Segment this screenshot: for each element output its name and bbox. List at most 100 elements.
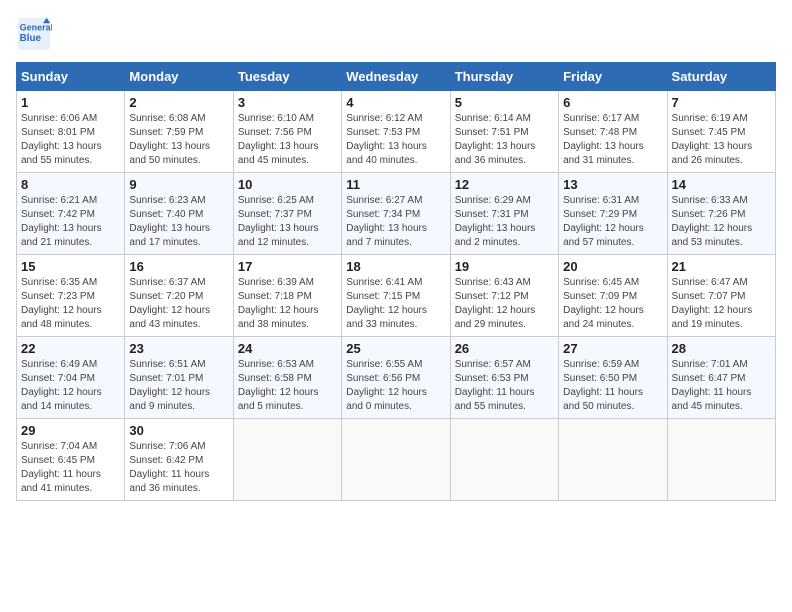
day-number: 27 — [563, 341, 662, 356]
day-of-week-header: Tuesday — [233, 63, 341, 91]
calendar-week-row: 8Sunrise: 6:21 AM Sunset: 7:42 PM Daylig… — [17, 173, 776, 255]
header: General Blue — [16, 16, 776, 52]
day-number: 23 — [129, 341, 228, 356]
day-detail: Sunrise: 6:17 AM Sunset: 7:48 PM Dayligh… — [563, 112, 662, 168]
day-detail: Sunrise: 6:59 AM Sunset: 6:50 PM Dayligh… — [563, 358, 662, 414]
day-number: 25 — [346, 341, 445, 356]
logo: General Blue — [16, 16, 56, 52]
calendar-day-cell: 26 Sunrise: 6:57 AM Sunset: 6:53 PM Dayli… — [450, 337, 558, 419]
calendar-week-row: 22 Sunrise: 6:49 AM Sunset: 7:04 PM Dayli… — [17, 337, 776, 419]
day-detail: Sunrise: 6:19 AM Sunset: 7:45 PM Dayligh… — [672, 112, 771, 168]
calendar-week-row: 1 Sunrise: 6:06 AM Sunset: 8:01 PM Daylig… — [17, 91, 776, 173]
day-of-week-header: Thursday — [450, 63, 558, 91]
day-detail: Sunrise: 6:35 AM Sunset: 7:23 PM Dayligh… — [21, 276, 120, 332]
day-number: 11 — [346, 177, 445, 192]
calendar-day-cell: 14 Sunrise: 6:33 AM Sunset: 7:26 PM Dayli… — [667, 173, 775, 255]
day-detail: Sunrise: 6:37 AM Sunset: 7:20 PM Dayligh… — [129, 276, 228, 332]
day-detail: Sunrise: 7:06 AM Sunset: 6:42 PM Dayligh… — [129, 440, 228, 496]
calendar-day-cell — [667, 419, 775, 501]
day-of-week-header: Sunday — [17, 63, 125, 91]
calendar-day-cell — [233, 419, 341, 501]
day-detail: Sunrise: 6:57 AM Sunset: 6:53 PM Dayligh… — [455, 358, 554, 414]
calendar-day-cell — [342, 419, 450, 501]
day-number: 10 — [238, 177, 337, 192]
day-detail: Sunrise: 6:55 AM Sunset: 6:56 PM Dayligh… — [346, 358, 445, 414]
day-number: 17 — [238, 259, 337, 274]
day-detail: Sunrise: 6:49 AM Sunset: 7:04 PM Dayligh… — [21, 358, 120, 414]
day-detail: Sunrise: 6:25 AM Sunset: 7:37 PM Dayligh… — [238, 194, 337, 250]
day-number: 22 — [21, 341, 120, 356]
calendar-day-cell: 28 Sunrise: 7:01 AM Sunset: 6:47 PM Dayli… — [667, 337, 775, 419]
day-detail: Sunrise: 7:01 AM Sunset: 6:47 PM Dayligh… — [672, 358, 771, 414]
day-number: 5 — [455, 95, 554, 110]
calendar-day-cell: 13 Sunrise: 6:31 AM Sunset: 7:29 PM Dayli… — [559, 173, 667, 255]
calendar-header-row: SundayMondayTuesdayWednesdayThursdayFrid… — [17, 63, 776, 91]
day-detail: Sunrise: 6:51 AM Sunset: 7:01 PM Dayligh… — [129, 358, 228, 414]
calendar-day-cell: 10 Sunrise: 6:25 AM Sunset: 7:37 PM Dayli… — [233, 173, 341, 255]
calendar-day-cell — [559, 419, 667, 501]
day-number: 19 — [455, 259, 554, 274]
calendar-day-cell: 20 Sunrise: 6:45 AM Sunset: 7:09 PM Dayli… — [559, 255, 667, 337]
calendar-week-row: 29 Sunrise: 7:04 AM Sunset: 6:45 PM Dayli… — [17, 419, 776, 501]
day-number: 29 — [21, 423, 120, 438]
calendar-day-cell — [450, 419, 558, 501]
day-detail: Sunrise: 7:04 AM Sunset: 6:45 PM Dayligh… — [21, 440, 120, 496]
calendar-day-cell: 29 Sunrise: 7:04 AM Sunset: 6:45 PM Dayli… — [17, 419, 125, 501]
calendar-day-cell: 30 Sunrise: 7:06 AM Sunset: 6:42 PM Dayli… — [125, 419, 233, 501]
calendar-day-cell: 1 Sunrise: 6:06 AM Sunset: 8:01 PM Daylig… — [17, 91, 125, 173]
calendar-day-cell: 12 Sunrise: 6:29 AM Sunset: 7:31 PM Dayli… — [450, 173, 558, 255]
day-number: 1 — [21, 95, 120, 110]
day-detail: Sunrise: 6:12 AM Sunset: 7:53 PM Dayligh… — [346, 112, 445, 168]
calendar-day-cell: 8Sunrise: 6:21 AM Sunset: 7:42 PM Daylig… — [17, 173, 125, 255]
day-detail: Sunrise: 6:41 AM Sunset: 7:15 PM Dayligh… — [346, 276, 445, 332]
day-detail: Sunrise: 6:31 AM Sunset: 7:29 PM Dayligh… — [563, 194, 662, 250]
calendar-day-cell: 23 Sunrise: 6:51 AM Sunset: 7:01 PM Dayli… — [125, 337, 233, 419]
day-detail: Sunrise: 6:23 AM Sunset: 7:40 PM Dayligh… — [129, 194, 228, 250]
day-number: 14 — [672, 177, 771, 192]
calendar-day-cell: 2Sunrise: 6:08 AM Sunset: 7:59 PM Daylig… — [125, 91, 233, 173]
day-number: 13 — [563, 177, 662, 192]
day-number: 18 — [346, 259, 445, 274]
calendar-day-cell: 25 Sunrise: 6:55 AM Sunset: 6:56 PM Dayli… — [342, 337, 450, 419]
logo-icon: General Blue — [16, 16, 52, 52]
calendar-day-cell: 22 Sunrise: 6:49 AM Sunset: 7:04 PM Dayli… — [17, 337, 125, 419]
day-detail: Sunrise: 6:45 AM Sunset: 7:09 PM Dayligh… — [563, 276, 662, 332]
day-detail: Sunrise: 6:53 AM Sunset: 6:58 PM Dayligh… — [238, 358, 337, 414]
calendar-table: SundayMondayTuesdayWednesdayThursdayFrid… — [16, 62, 776, 501]
day-number: 24 — [238, 341, 337, 356]
calendar-day-cell: 4Sunrise: 6:12 AM Sunset: 7:53 PM Daylig… — [342, 91, 450, 173]
day-number: 16 — [129, 259, 228, 274]
day-detail: Sunrise: 6:06 AM Sunset: 8:01 PM Dayligh… — [21, 112, 120, 168]
day-number: 12 — [455, 177, 554, 192]
calendar-day-cell: 27 Sunrise: 6:59 AM Sunset: 6:50 PM Dayli… — [559, 337, 667, 419]
day-number: 30 — [129, 423, 228, 438]
calendar-day-cell: 16 Sunrise: 6:37 AM Sunset: 7:20 PM Dayli… — [125, 255, 233, 337]
day-detail: Sunrise: 6:14 AM Sunset: 7:51 PM Dayligh… — [455, 112, 554, 168]
calendar-day-cell: 6 Sunrise: 6:17 AM Sunset: 7:48 PM Daylig… — [559, 91, 667, 173]
day-detail: Sunrise: 6:47 AM Sunset: 7:07 PM Dayligh… — [672, 276, 771, 332]
calendar-week-row: 15 Sunrise: 6:35 AM Sunset: 7:23 PM Dayli… — [17, 255, 776, 337]
day-detail: Sunrise: 6:39 AM Sunset: 7:18 PM Dayligh… — [238, 276, 337, 332]
day-detail: Sunrise: 6:10 AM Sunset: 7:56 PM Dayligh… — [238, 112, 337, 168]
day-detail: Sunrise: 6:21 AM Sunset: 7:42 PM Dayligh… — [21, 194, 120, 250]
day-of-week-header: Friday — [559, 63, 667, 91]
day-of-week-header: Monday — [125, 63, 233, 91]
calendar-day-cell: 19Sunrise: 6:43 AM Sunset: 7:12 PM Dayli… — [450, 255, 558, 337]
svg-text:Blue: Blue — [20, 33, 42, 44]
day-number: 20 — [563, 259, 662, 274]
day-detail: Sunrise: 6:33 AM Sunset: 7:26 PM Dayligh… — [672, 194, 771, 250]
calendar-day-cell: 24 Sunrise: 6:53 AM Sunset: 6:58 PM Dayli… — [233, 337, 341, 419]
calendar-day-cell: 3Sunrise: 6:10 AM Sunset: 7:56 PM Daylig… — [233, 91, 341, 173]
day-detail: Sunrise: 6:29 AM Sunset: 7:31 PM Dayligh… — [455, 194, 554, 250]
day-number: 2 — [129, 95, 228, 110]
day-number: 26 — [455, 341, 554, 356]
day-detail: Sunrise: 6:27 AM Sunset: 7:34 PM Dayligh… — [346, 194, 445, 250]
day-number: 28 — [672, 341, 771, 356]
day-number: 15 — [21, 259, 120, 274]
day-of-week-header: Saturday — [667, 63, 775, 91]
day-number: 6 — [563, 95, 662, 110]
day-number: 9 — [129, 177, 228, 192]
calendar-day-cell: 18 Sunrise: 6:41 AM Sunset: 7:15 PM Dayli… — [342, 255, 450, 337]
day-of-week-header: Wednesday — [342, 63, 450, 91]
calendar-day-cell: 17 Sunrise: 6:39 AM Sunset: 7:18 PM Dayli… — [233, 255, 341, 337]
